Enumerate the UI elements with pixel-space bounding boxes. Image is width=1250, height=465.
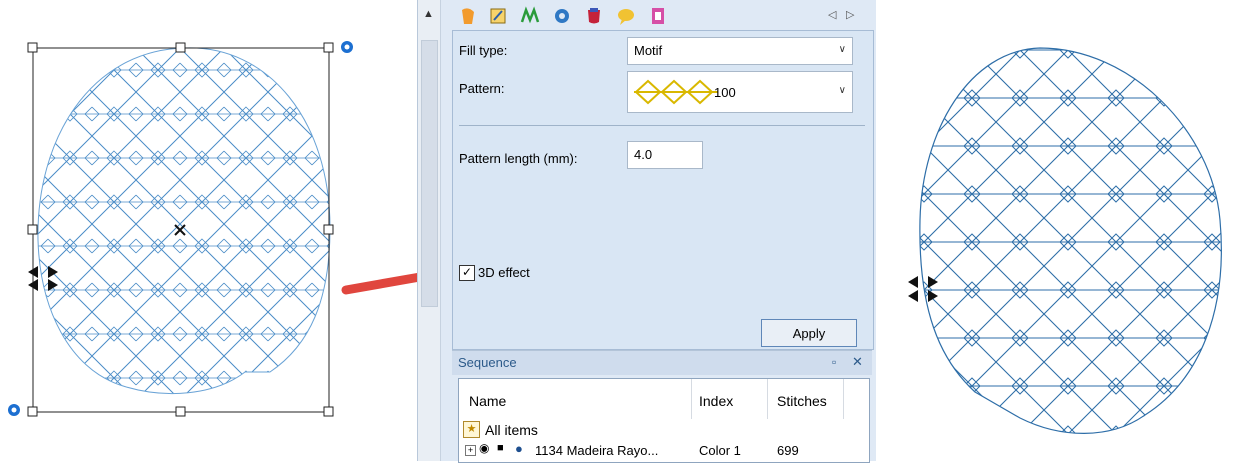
list-item[interactable]: + ◉ ■ ● 1134 Madeira Rayo... Color 1 699 — [459, 441, 869, 465]
rotate-icon-bottom — [8, 404, 20, 416]
sequence-item-index: Color 1 — [699, 443, 741, 458]
3d-effect-label: 3D effect — [478, 265, 530, 280]
col-stitches[interactable]: Stitches — [777, 393, 827, 409]
handle-tm — [175, 42, 186, 53]
tab-bar: ◁ ▷ — [448, 0, 872, 32]
tab-prev-icon[interactable]: ◁ — [828, 8, 836, 21]
motif-pattern-icon — [634, 77, 718, 107]
eye-icon[interactable]: ◉ — [479, 441, 489, 455]
comment-tab-icon[interactable] — [616, 6, 636, 26]
handle-tr — [323, 42, 334, 53]
vertical-scrollbar[interactable]: ▲ — [418, 0, 441, 461]
sequence-header: Sequence ▫ ✕ — [452, 350, 872, 375]
handle-tl — [27, 42, 38, 53]
sequence-list: Name Index Stitches ★ All items + ◉ ■ ● … — [458, 378, 870, 463]
fill-type-label: Fill type: — [459, 43, 508, 58]
properties-panel: ▲ ◁ ▷ Fill type: Motif ∨ Pattern: 100 ∨ … — [417, 0, 876, 463]
left-fill — [37, 47, 330, 394]
edit-tab-icon[interactable] — [488, 6, 508, 26]
apply-button[interactable]: Apply — [761, 319, 857, 347]
effects-tab-icon[interactable] — [520, 6, 540, 26]
separator — [459, 125, 865, 126]
left-design-canvas — [8, 41, 353, 417]
expand-icon[interactable]: + — [465, 445, 476, 456]
pattern-length-label: Pattern length (mm): — [459, 151, 578, 166]
fill-properties: Fill type: Motif ∨ Pattern: 100 ∨ Patter… — [452, 30, 874, 350]
sequence-item-name: 1134 Madeira Rayo... — [535, 443, 659, 458]
3d-effect-checkbox[interactable]: ✓ — [459, 265, 475, 281]
pattern-length-input[interactable]: 4.0 — [627, 141, 703, 169]
sequence-item-stitches: 699 — [777, 443, 799, 458]
rotate-icon-top — [341, 41, 353, 53]
handle-bm — [175, 406, 186, 417]
handle-br — [323, 406, 334, 417]
thread-spool-icon: ● — [515, 441, 523, 456]
close-icon[interactable]: ✕ — [852, 354, 863, 370]
thread-tab-icon[interactable] — [648, 6, 668, 26]
col-name[interactable]: Name — [469, 393, 506, 409]
lock-icon[interactable]: ■ — [497, 442, 504, 454]
pattern-select[interactable]: 100 ∨ — [627, 71, 853, 113]
shape-tab-icon[interactable] — [458, 6, 478, 26]
fill-type-select[interactable]: Motif ∨ — [627, 37, 853, 65]
scroll-up-icon[interactable]: ▲ — [423, 8, 434, 20]
scroll-thumb[interactable] — [421, 40, 438, 307]
column-divider — [691, 379, 692, 419]
settings-tab-icon[interactable] — [552, 6, 572, 26]
column-divider — [843, 379, 844, 419]
col-index[interactable]: Index — [699, 393, 733, 409]
tab-next-icon[interactable]: ▷ — [846, 8, 854, 21]
pattern-label: Pattern: — [459, 81, 505, 96]
handle-ml — [27, 224, 38, 235]
fill-type-value: Motif — [634, 43, 663, 58]
all-items-label: All items — [485, 422, 538, 438]
pin-icon[interactable]: ▫ — [832, 355, 836, 369]
list-item[interactable]: ★ All items — [459, 419, 869, 441]
column-divider — [767, 379, 768, 419]
chevron-down-icon: ∨ — [838, 44, 846, 55]
right-fill — [919, 48, 1222, 434]
handle-mr — [323, 224, 334, 235]
handle-bl — [27, 406, 38, 417]
color-tab-icon[interactable] — [584, 6, 604, 26]
pattern-value: 100 — [714, 85, 736, 100]
chevron-down-icon: ∨ — [838, 85, 846, 96]
star-icon: ★ — [463, 421, 480, 438]
sequence-title: Sequence — [458, 355, 517, 370]
right-design-canvas — [908, 47, 1222, 434]
